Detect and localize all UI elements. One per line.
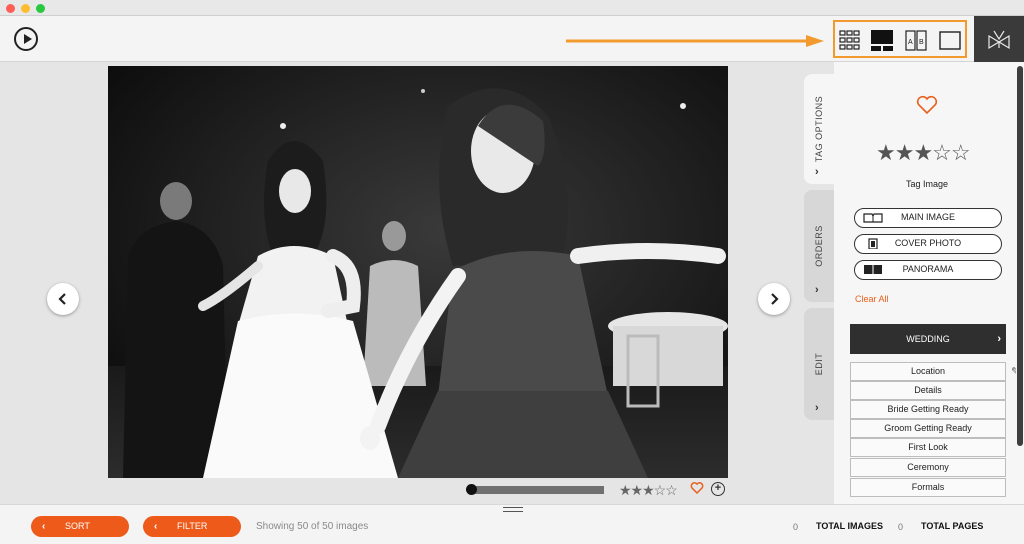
main-photo[interactable] xyxy=(108,66,728,478)
spread-view-icon[interactable] xyxy=(871,30,893,52)
heart-icon[interactable] xyxy=(690,481,704,495)
panel-scrollbar[interactable] xyxy=(1016,62,1024,504)
total-pages-count: 0 xyxy=(898,522,904,532)
total-pages-label: TOTAL PAGES xyxy=(921,521,984,531)
tag-star-rating[interactable]: ★★★☆☆ xyxy=(876,140,971,166)
cover-book-icon xyxy=(868,238,878,249)
chevron-left-icon xyxy=(58,293,66,305)
subcategory-ceremony[interactable]: Ceremony xyxy=(850,458,1006,477)
minimize-window-button[interactable] xyxy=(21,4,30,13)
subcategory-bride-getting-ready[interactable]: Bride Getting Ready xyxy=(850,400,1006,419)
tag-image-label: Tag Image xyxy=(905,179,949,189)
play-icon xyxy=(23,34,32,44)
filter-label: FILTER xyxy=(177,521,208,531)
subcategory-groom-getting-ready[interactable]: Groom Getting Ready xyxy=(850,419,1006,438)
cover-photo-label: COVER PHOTO xyxy=(894,238,962,248)
chevron-right-icon: › xyxy=(815,402,819,414)
image-count-status: Showing 50 of 50 images xyxy=(256,521,369,532)
chevron-right-icon xyxy=(771,293,779,305)
chevron-left-icon: ‹ xyxy=(42,521,46,532)
tab-orders-label: ORDERS xyxy=(814,225,824,267)
filter-button[interactable]: ‹ FILTER xyxy=(143,516,241,537)
previous-image-button[interactable] xyxy=(47,283,79,315)
cover-photo-button[interactable]: COVER PHOTO xyxy=(854,234,1002,254)
play-slideshow-button[interactable] xyxy=(14,27,38,51)
close-window-button[interactable] xyxy=(6,4,15,13)
chevron-right-icon: › xyxy=(997,333,1001,345)
compare-a-label: A xyxy=(908,39,913,46)
subcategory-location[interactable]: Location xyxy=(850,362,1006,381)
main-image-button[interactable]: MAIN IMAGE xyxy=(854,208,1002,228)
subcategory-details[interactable]: Details xyxy=(850,381,1006,400)
tab-edit-label: EDIT xyxy=(814,352,824,376)
tab-orders[interactable]: ORDERS › xyxy=(804,190,834,302)
category-wedding-label: WEDDING xyxy=(906,334,950,344)
favorite-heart-icon[interactable] xyxy=(916,95,938,115)
category-wedding-header[interactable]: WEDDING › xyxy=(850,324,1006,354)
tab-tag-options[interactable]: TAG OPTIONS › xyxy=(804,74,834,184)
image-star-rating[interactable]: ★★★☆☆ xyxy=(619,482,678,498)
chevron-left-icon: ‹ xyxy=(154,521,158,532)
scrollbar-thumb[interactable] xyxy=(1017,66,1023,446)
sort-label: SORT xyxy=(65,521,90,531)
slider-track xyxy=(472,486,604,494)
next-image-button[interactable] xyxy=(758,283,790,315)
compare-ab-view-icon[interactable]: A B xyxy=(905,30,927,52)
open-book-icon xyxy=(863,213,883,223)
compare-b-label: B xyxy=(919,39,924,46)
grid-view-icon[interactable] xyxy=(839,30,861,52)
top-toolbar: A B xyxy=(0,16,1024,62)
chevron-right-icon: › xyxy=(815,284,819,296)
panorama-button[interactable]: PANORAMA xyxy=(854,260,1002,280)
single-view-icon[interactable] xyxy=(939,30,961,52)
orange-arrow-annotation xyxy=(566,35,824,47)
clear-all-link[interactable]: Clear All xyxy=(855,294,889,304)
view-mode-group: A B xyxy=(833,20,967,58)
total-images-label: TOTAL IMAGES xyxy=(816,521,884,531)
subcategory-formals[interactable]: Formals xyxy=(850,478,1006,497)
panorama-book-icon xyxy=(864,265,882,274)
sort-button[interactable]: ‹ SORT xyxy=(31,516,129,537)
main-image-label: MAIN IMAGE xyxy=(900,212,955,222)
chevron-right-icon: › xyxy=(815,166,819,178)
zoom-window-button[interactable] xyxy=(36,4,45,13)
tab-tag-options-label: TAG OPTIONS xyxy=(814,95,824,163)
image-position-slider[interactable] xyxy=(466,484,606,495)
app-logo[interactable] xyxy=(974,16,1024,62)
tag-options-panel: ★★★☆☆ Tag Image MAIN IMAGE COVER PHOTO P… xyxy=(834,62,1016,504)
panel-resize-handle[interactable] xyxy=(503,507,523,512)
album-logo-icon xyxy=(988,30,1010,50)
subcategory-first-look[interactable]: First Look xyxy=(850,438,1006,457)
wedding-photo xyxy=(108,66,728,478)
tab-edit[interactable]: EDIT › xyxy=(804,308,834,420)
total-images-count: 0 xyxy=(793,522,799,532)
panorama-label: PANORAMA xyxy=(902,264,954,274)
slider-handle[interactable] xyxy=(466,484,477,495)
window-titlebar xyxy=(0,0,1024,16)
add-icon[interactable]: + xyxy=(711,482,725,496)
